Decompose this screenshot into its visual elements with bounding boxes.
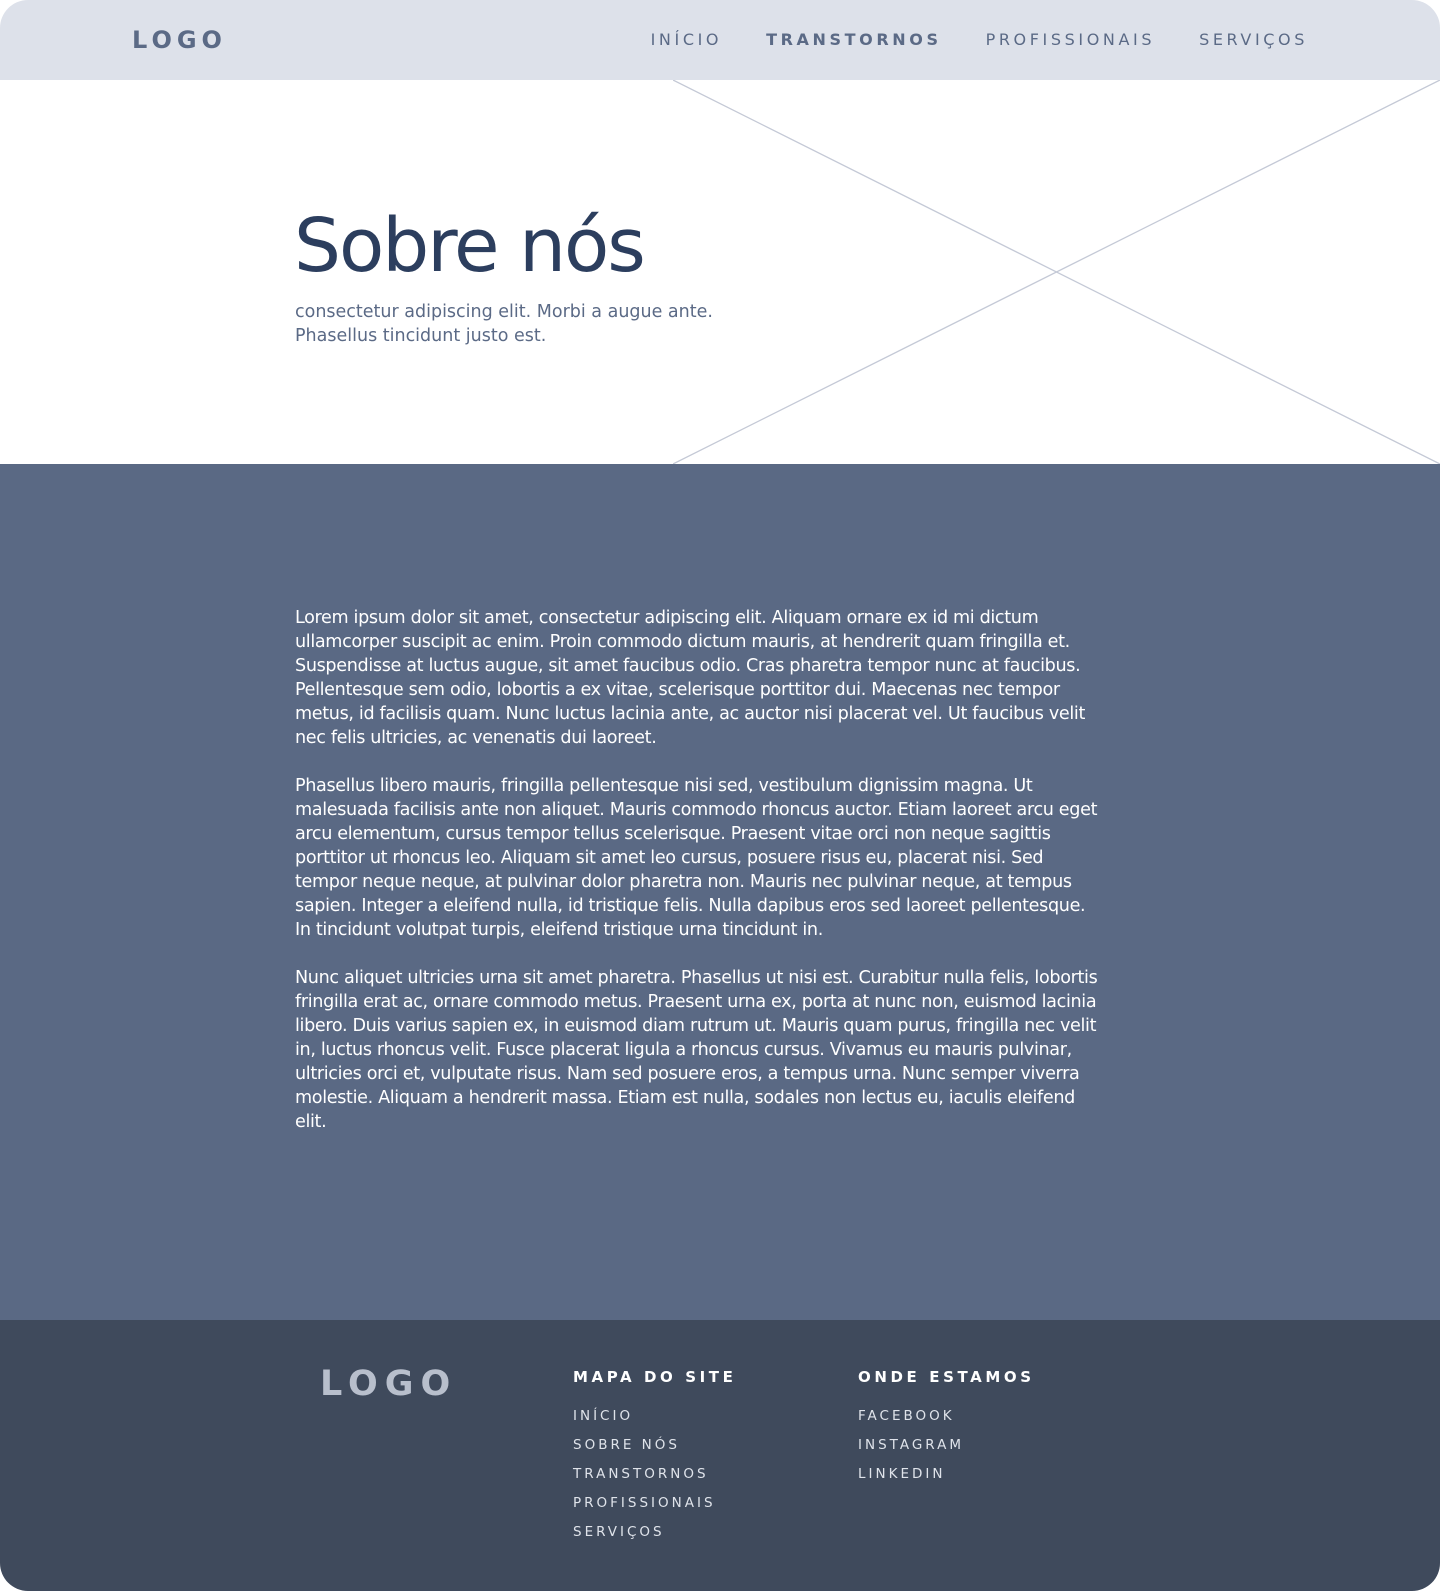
footer-link-servicos[interactable]: SERVIÇOS	[573, 1524, 736, 1540]
nav-item-servicos[interactable]: SERVIÇOS	[1199, 30, 1308, 50]
footer-link-facebook[interactable]: FACEBOOK	[858, 1408, 1035, 1424]
footer-logo[interactable]: LOGO	[320, 1363, 457, 1405]
main-nav: INÍCIO TRANSTORNOS PROFISSIONAIS SERVIÇO…	[651, 30, 1308, 50]
footer-sitemap: MAPA DO SITE INÍCIO SOBRE NÓS TRANSTORNO…	[573, 1368, 736, 1553]
about-text: Lorem ipsum dolor sit amet, consectetur …	[295, 606, 1105, 1158]
site-header: LOGO INÍCIO TRANSTORNOS PROFISSIONAIS SE…	[0, 0, 1440, 80]
nav-item-inicio[interactable]: INÍCIO	[651, 30, 723, 50]
page-title: Sobre nós	[294, 203, 646, 289]
page-subtitle: consectetur adipiscing elit. Morbi a aug…	[295, 302, 713, 346]
footer-link-linkedin[interactable]: LINKEDIN	[858, 1466, 1035, 1482]
header-logo[interactable]: LOGO	[132, 25, 227, 55]
site-footer: LOGO MAPA DO SITE INÍCIO SOBRE NÓS TRANS…	[0, 1320, 1440, 1591]
about-content-section: Lorem ipsum dolor sit amet, consectetur …	[0, 464, 1440, 1320]
footer-link-transtornos[interactable]: TRANSTORNOS	[573, 1466, 736, 1482]
paragraph: Phasellus libero mauris, fringilla pelle…	[295, 776, 1098, 940]
nav-item-transtornos[interactable]: TRANSTORNOS	[766, 30, 941, 50]
page: LOGO INÍCIO TRANSTORNOS PROFISSIONAIS SE…	[0, 0, 1440, 1591]
paragraph: Lorem ipsum dolor sit amet, consectetur …	[295, 608, 1086, 748]
footer-heading-where: ONDE ESTAMOS	[858, 1368, 1035, 1386]
paragraph: Nunc aliquet ultricies urna sit amet pha…	[295, 968, 1098, 1132]
footer-link-inicio[interactable]: INÍCIO	[573, 1408, 736, 1424]
footer-link-profissionais[interactable]: PROFISSIONAIS	[573, 1495, 736, 1511]
hero-section: Sobre nós consectetur adipiscing elit. M…	[0, 80, 1440, 464]
footer-where: ONDE ESTAMOS FACEBOOK INSTAGRAM LINKEDIN	[858, 1368, 1035, 1495]
footer-link-instagram[interactable]: INSTAGRAM	[858, 1437, 1035, 1453]
footer-link-sobre-nos[interactable]: SOBRE NÓS	[573, 1437, 736, 1453]
image-placeholder	[673, 80, 1440, 464]
footer-heading-sitemap: MAPA DO SITE	[573, 1368, 737, 1386]
nav-item-profissionais[interactable]: PROFISSIONAIS	[986, 30, 1156, 50]
